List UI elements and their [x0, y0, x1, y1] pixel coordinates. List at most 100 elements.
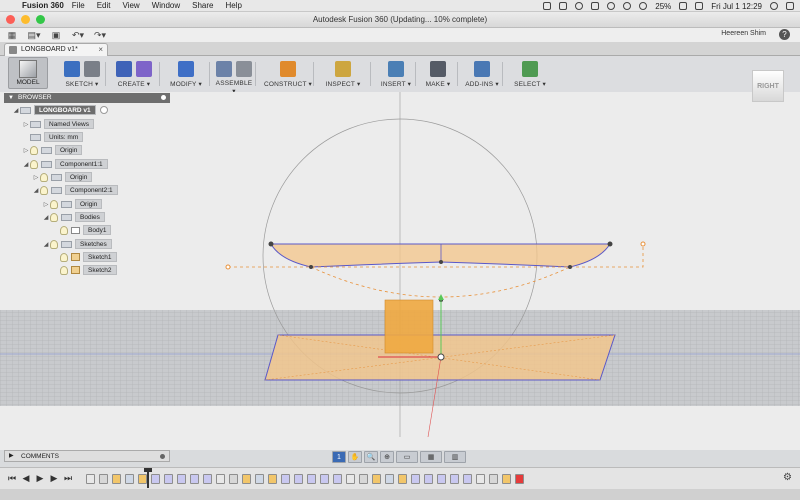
timeline-feature-icon[interactable] [463, 474, 472, 484]
create-tool-icon[interactable] [116, 61, 132, 77]
timeline-marker[interactable] [144, 468, 152, 488]
step-forward-icon[interactable]: ▶ [48, 473, 60, 484]
activate-radio-icon[interactable] [99, 106, 108, 114]
add-ins-tool-icon[interactable] [474, 61, 490, 77]
collapse-icon[interactable]: ▼ [8, 93, 14, 103]
volume-icon[interactable] [623, 2, 632, 10]
expand-icon[interactable]: ▶ [9, 451, 14, 462]
timeline-feature-icon[interactable] [164, 474, 173, 484]
toolbar-group-create[interactable]: CREATE ▾ [110, 58, 158, 90]
timeline-feature-icon[interactable] [515, 474, 524, 484]
browser-node[interactable]: ◢ Bodies [42, 212, 105, 222]
browser-node-label[interactable]: Body1 [83, 225, 112, 235]
menu-share[interactable]: Share [192, 1, 213, 10]
sketch-point[interactable] [640, 241, 646, 247]
menu-file[interactable]: File [72, 1, 85, 10]
visibility-bulb-icon[interactable] [30, 159, 38, 169]
collapse-icon[interactable]: ◢ [42, 241, 50, 248]
undo-icon[interactable]: ↶▾ [72, 30, 84, 40]
visibility-bulb-icon[interactable] [40, 185, 48, 195]
timeline-feature-icon[interactable] [268, 474, 277, 484]
gear-icon[interactable]: ⚙ [783, 472, 792, 483]
visibility-bulb-icon[interactable] [30, 145, 38, 155]
browser-node[interactable]: Units: mm [22, 132, 84, 142]
expand-icon[interactable]: ▷ [42, 201, 50, 208]
workspace-switcher[interactable]: MODEL [8, 57, 48, 89]
close-tab-icon[interactable]: × [98, 44, 103, 56]
app-menu[interactable]: Fusion 360 [22, 1, 64, 10]
timeline-feature-icon[interactable] [151, 474, 160, 484]
camera-icon[interactable] [543, 2, 552, 10]
timeline-feature-icon[interactable] [177, 474, 186, 484]
toolbar-group-label[interactable]: MODIFY ▾ [164, 80, 208, 88]
browser-node-label[interactable]: Origin [55, 145, 83, 155]
assemble-tool-icon[interactable] [236, 61, 252, 77]
timeline-feature-icon[interactable] [450, 474, 459, 484]
expand-icon[interactable]: ▷ [32, 174, 40, 181]
save-icon[interactable]: ▣ [50, 30, 62, 40]
browser-node-label[interactable]: Component2:1 [65, 185, 118, 195]
create-tool-icon[interactable] [136, 61, 152, 77]
sketch-point[interactable] [268, 241, 274, 247]
timeline-feature-icon[interactable] [346, 474, 355, 484]
browser-node[interactable]: ▷ Origin [42, 199, 103, 209]
browser-node[interactable]: ◢ LONGBOARD v1 [12, 105, 108, 115]
select-tool-icon[interactable] [522, 61, 538, 77]
battery-icon[interactable] [679, 2, 688, 10]
wifi-icon[interactable] [639, 2, 648, 10]
timeline-feature-icon[interactable] [359, 474, 368, 484]
toolbar-group-label[interactable]: SKETCH ▾ [60, 80, 104, 88]
viewport-layout-button[interactable]: ▥ [444, 450, 466, 463]
sketch-tool-icon[interactable] [64, 61, 80, 77]
timeline-feature-icon[interactable] [424, 474, 433, 484]
timeline-feature-icon[interactable] [398, 474, 407, 484]
timeline-feature-icon[interactable] [333, 474, 342, 484]
expand-icon[interactable]: ▷ [22, 121, 30, 128]
collapse-icon[interactable]: ◢ [32, 187, 40, 194]
browser-node[interactable]: ◢ Component1:1 [22, 159, 108, 169]
toolbar-group-modify[interactable]: MODIFY ▾ [164, 58, 208, 90]
pin-icon[interactable] [160, 454, 165, 459]
browser-node-label[interactable]: Sketch2 [83, 265, 117, 275]
browser-node-label[interactable]: Bodies [75, 212, 105, 222]
browser-node[interactable]: ▷ Origin [22, 145, 83, 155]
menu-edit[interactable]: Edit [97, 1, 111, 10]
dropbox-icon[interactable] [559, 2, 568, 10]
sketch-point[interactable] [439, 260, 443, 264]
clock[interactable]: Fri Jul 1 12:29 [711, 2, 762, 11]
toolbar-group-assemble[interactable]: ASSEMBLE ▾ [214, 58, 254, 95]
view-cube[interactable]: RIGHT [752, 70, 784, 102]
toolbar-group-select[interactable]: SELECT ▾ [510, 58, 550, 90]
toolbar-group-make[interactable]: MAKE ▾ [420, 58, 456, 90]
timeline-feature-icon[interactable] [372, 474, 381, 484]
user-name[interactable]: Heereen Shim [721, 30, 766, 37]
go-to-end-icon[interactable]: ⏭ [62, 473, 74, 484]
go-to-start-icon[interactable]: ⏮ [6, 473, 18, 484]
timeline-feature-icon[interactable] [190, 474, 199, 484]
timeline-feature-icon[interactable] [86, 474, 95, 484]
browser-node[interactable]: Sketch2 [52, 265, 117, 275]
collapse-icon[interactable]: ◢ [12, 107, 20, 114]
browser-node[interactable]: ▷ Origin [32, 172, 93, 182]
timeline-feature-icon[interactable] [385, 474, 394, 484]
toolbar-group-sketch[interactable]: SKETCH ▾ [60, 58, 104, 90]
time-machine-icon[interactable] [607, 2, 616, 10]
display-settings-button[interactable]: ▭ [396, 450, 418, 463]
close-window-button[interactable] [6, 15, 15, 24]
visibility-bulb-icon[interactable] [50, 199, 58, 209]
expand-icon[interactable]: ▷ [22, 147, 30, 154]
step-back-icon[interactable]: ◀ [20, 473, 32, 484]
browser-node-label[interactable]: Named Views [44, 119, 94, 129]
browser-node-label[interactable]: Origin [65, 172, 93, 182]
pin-icon[interactable] [161, 95, 166, 100]
timeline-feature-icon[interactable] [242, 474, 251, 484]
toolbar-group-label[interactable]: CONSTRUCT ▾ [260, 80, 316, 88]
toolbar-group-label[interactable]: ADD-INS ▾ [462, 80, 502, 88]
construct-tool-icon[interactable] [280, 61, 296, 77]
toolbar-group-label[interactable]: CREATE ▾ [110, 80, 158, 88]
browser-node[interactable]: Sketch1 [52, 252, 117, 262]
sketch-point[interactable] [607, 241, 613, 247]
visibility-bulb-icon[interactable] [60, 265, 68, 275]
visibility-bulb-icon[interactable] [50, 212, 58, 222]
timeline-feature-icon[interactable] [203, 474, 212, 484]
